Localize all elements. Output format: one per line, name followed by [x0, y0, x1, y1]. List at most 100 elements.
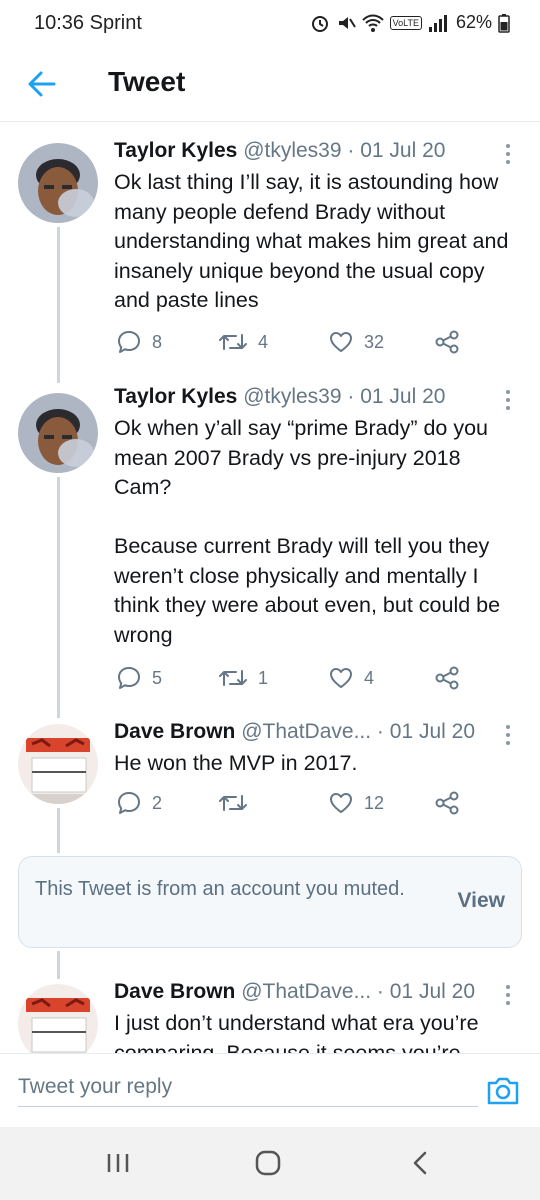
network-type: VoLTE: [389, 15, 422, 30]
home-button[interactable]: [238, 1143, 298, 1183]
avatar-photo: [18, 724, 98, 804]
avatar-photo: [18, 984, 98, 1053]
tweet[interactable]: Taylor Kyles @tkyles39 · 01 Jul 20 Ok la…: [0, 123, 540, 383]
more-dot-icon: [506, 993, 510, 997]
share-button[interactable]: [434, 327, 460, 357]
arrow-left-icon: [28, 71, 56, 97]
muted-notice-text: This Tweet is from an account you muted.: [35, 878, 405, 900]
retweet-button[interactable]: [218, 788, 258, 818]
tweet-header: Dave Brown @ThatDave... · 01 Jul 20: [114, 980, 500, 1004]
tweet-actions: 5 1 4: [114, 663, 474, 693]
reply-button[interactable]: 2: [116, 788, 162, 818]
status-time: 10:36 Sprint: [34, 12, 142, 35]
more-dot-icon: [506, 985, 510, 989]
tweet-text: I just don’t understand what era you’re …: [114, 1011, 485, 1053]
like-count: 32: [364, 331, 385, 352]
reply-icon: [118, 667, 140, 689]
more-dot-icon: [506, 733, 510, 737]
retweet-icon: [219, 795, 247, 811]
tweet[interactable]: Dave Brown @ThatDave... · 01 Jul 20 He w…: [0, 718, 540, 853]
camera-button[interactable]: [486, 1074, 520, 1108]
avatar-photo: [18, 393, 98, 473]
like-button[interactable]: 12: [328, 788, 384, 818]
author-handle[interactable]: @tkyles39: [243, 385, 341, 408]
mute-icon: [338, 16, 356, 29]
like-button[interactable]: 32: [328, 327, 384, 357]
tweet-date: 01 Jul 20: [389, 720, 475, 743]
share-button[interactable]: [434, 788, 460, 818]
avatar[interactable]: [18, 724, 98, 804]
back-button[interactable]: [22, 64, 62, 104]
more-dot-icon: [506, 398, 510, 402]
author-name[interactable]: Taylor Kyles: [114, 139, 237, 162]
more-dot-icon: [506, 741, 510, 745]
tweet-date: 01 Jul 20: [360, 385, 446, 408]
like-button[interactable]: 4: [328, 663, 374, 693]
like-count: 4: [364, 667, 375, 688]
tweet-text: He won the MVP in 2017.: [114, 751, 358, 775]
reply-composer: [0, 1053, 540, 1127]
chevron-left-icon: [413, 1151, 427, 1175]
recent-apps-icon: [107, 1154, 129, 1172]
author-handle[interactable]: @tkyles39: [243, 139, 341, 162]
tweet-date: 01 Jul 20: [360, 139, 446, 162]
tweet-header: Taylor Kyles @tkyles39 · 01 Jul 20: [114, 139, 500, 163]
share-icon: [435, 330, 459, 354]
reply-icon: [118, 331, 140, 353]
avatar-photo: [18, 143, 98, 223]
share-icon: [435, 791, 459, 815]
author-handle[interactable]: @ThatDave...: [241, 980, 371, 1003]
thread-line: [57, 227, 60, 383]
thread-line: [57, 951, 60, 979]
battery-icon: [498, 13, 510, 33]
muted-tweet-notice: This Tweet is from an account you muted.…: [18, 856, 522, 948]
author-name[interactable]: Taylor Kyles: [114, 385, 237, 408]
share-button[interactable]: [434, 663, 460, 693]
more-options-button[interactable]: [498, 720, 518, 750]
more-options-button[interactable]: [498, 980, 518, 1010]
tweet-thread[interactable]: Taylor Kyles @tkyles39 · 01 Jul 20 Ok la…: [0, 123, 540, 1053]
tweet-separator: ·: [341, 385, 361, 408]
reply-input[interactable]: [18, 1067, 478, 1107]
recent-apps-button[interactable]: [88, 1143, 148, 1183]
battery-percent: 62%: [455, 12, 492, 32]
status-bar: 10:36 Sprint VoLTE 62%: [0, 0, 540, 46]
heart-icon: [330, 668, 352, 688]
more-dot-icon: [506, 406, 510, 410]
view-muted-button[interactable]: View: [458, 889, 505, 913]
back-nav-button[interactable]: [390, 1143, 450, 1183]
tweet-actions: 8 4 32: [114, 327, 474, 357]
tweet-date: 01 Jul 20: [389, 980, 475, 1003]
thread-line: [57, 808, 60, 853]
avatar[interactable]: [18, 393, 98, 473]
reply-count: 5: [152, 667, 163, 688]
more-dot-icon: [506, 1001, 510, 1005]
tweet[interactable]: Dave Brown @ThatDave... · 01 Jul 20 I ju…: [0, 978, 540, 1053]
thread-line: [57, 477, 60, 718]
author-handle[interactable]: @ThatDave...: [241, 720, 371, 743]
carrier-name: Sprint: [89, 12, 142, 34]
tweet[interactable]: Taylor Kyles @tkyles39 · 01 Jul 20 Ok wh…: [0, 383, 540, 718]
camera-icon: [487, 1077, 519, 1105]
more-dot-icon: [506, 725, 510, 729]
avatar[interactable]: [18, 143, 98, 223]
clock: 10:36: [34, 12, 85, 34]
more-options-button[interactable]: [498, 385, 518, 415]
retweet-icon: [219, 670, 247, 686]
author-name[interactable]: Dave Brown: [114, 720, 235, 743]
wifi-icon: [361, 14, 384, 32]
reply-icon: [118, 792, 140, 814]
reply-count: 2: [152, 792, 163, 813]
retweet-count: 1: [258, 667, 269, 688]
status-icons: VoLTE 62%: [310, 12, 510, 33]
retweet-count: 4: [258, 331, 269, 352]
retweet-button[interactable]: 4: [218, 327, 268, 357]
author-name[interactable]: Dave Brown: [114, 980, 235, 1003]
reply-button[interactable]: 5: [116, 663, 162, 693]
avatar[interactable]: [18, 984, 98, 1053]
tweet-text: Ok when y’all say “prime Brady” do you m…: [114, 416, 501, 647]
more-options-button[interactable]: [498, 139, 518, 169]
reply-button[interactable]: 8: [116, 327, 162, 357]
retweet-button[interactable]: 1: [218, 663, 268, 693]
share-icon: [435, 666, 459, 690]
